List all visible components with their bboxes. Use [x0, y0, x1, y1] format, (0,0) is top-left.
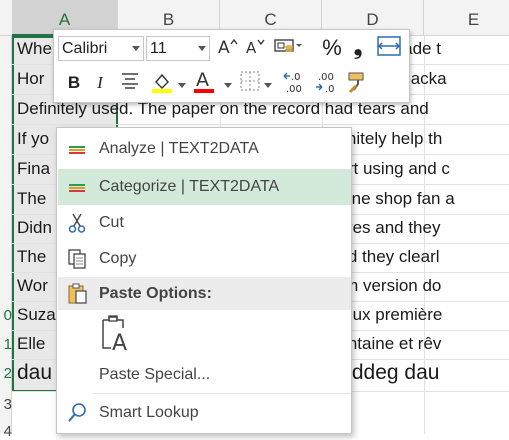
format-painter-icon — [348, 72, 364, 94]
cell-a5[interactable]: Fina — [17, 159, 50, 179]
cell-a10[interactable]: Suza — [17, 305, 56, 325]
svg-text:.0: .0 — [291, 72, 301, 83]
menu-item-label: Analyze | TEXT2DATA — [99, 140, 259, 157]
font-size-value: 11 — [150, 40, 167, 57]
cell-a2[interactable]: Hor — [17, 69, 44, 89]
menu-item-label: Paste Special... — [99, 366, 211, 383]
paste-options-header: Paste Options: — [58, 277, 351, 310]
svg-text:.0: .0 — [325, 84, 335, 94]
bold-button[interactable]: B — [62, 70, 86, 96]
row-header-14[interactable]: 4 — [0, 423, 12, 440]
chevron-down-icon[interactable] — [198, 46, 206, 51]
context-menu: Analyze | TEXT2DATA Categorize | TEXT2DA… — [56, 127, 352, 434]
borders-icon — [240, 71, 260, 91]
text2data-icon — [69, 184, 85, 192]
chevron-down-icon[interactable] — [178, 83, 186, 88]
decrease-decimal-button[interactable]: .00.0 — [314, 70, 342, 96]
menu-item-analyze-text2data[interactable]: Analyze | TEXT2DATA — [58, 131, 351, 167]
scissors-icon — [68, 213, 86, 233]
align-center-icon — [122, 73, 138, 89]
menu-item-smart-lookup[interactable]: Smart Lookup — [58, 395, 351, 431]
paste-icon: A — [102, 315, 127, 356]
cut-label: Cut — [99, 214, 124, 231]
cell-a9[interactable]: Wor — [17, 276, 48, 296]
menu-item-cut[interactable]: Cut — [58, 205, 351, 241]
menu-item-label: Categorize | TEXT2DATA — [99, 178, 280, 195]
menu-item-label: Cut — [99, 214, 124, 232]
text2data-icon — [69, 146, 85, 154]
number-format-button[interactable] — [273, 35, 303, 61]
cell-a11[interactable]: Elle — [17, 334, 45, 354]
borders-button[interactable] — [238, 70, 262, 96]
decrease-decimal-icon: .00.0 — [316, 72, 335, 95]
svg-text:A: A — [246, 39, 257, 57]
increase-font-size-button[interactable]: A — [216, 35, 240, 61]
increase-decimal-icon: .0.00 — [283, 72, 302, 95]
copy-icon — [68, 249, 86, 269]
svg-text:A: A — [218, 38, 230, 57]
font-color-button[interactable]: A — [192, 68, 216, 94]
cell-a12[interactable]: dau — [17, 361, 52, 385]
menu-item-label: Copy — [99, 250, 137, 267]
decrease-font-size-button[interactable]: A — [244, 35, 268, 61]
percent-style-button[interactable]: % — [320, 35, 344, 61]
wrap-text-button[interactable] — [377, 35, 401, 61]
row-header-10[interactable]: 0 — [0, 307, 12, 324]
menu-item-paste-special[interactable]: Paste Special... — [58, 357, 351, 393]
svg-text:A: A — [196, 69, 209, 91]
row-header-12[interactable]: 2 — [0, 365, 12, 382]
svg-text:.00: .00 — [286, 84, 302, 94]
chevron-down-icon[interactable] — [224, 83, 232, 88]
paste-options-label: Paste Options: — [99, 285, 212, 302]
row-header-13[interactable]: 3 — [0, 396, 12, 413]
paint-bucket-icon — [152, 73, 172, 93]
row-header-11[interactable]: 1 — [0, 336, 12, 353]
cell-a7[interactable]: Didn — [17, 218, 52, 238]
svg-text:A: A — [112, 331, 127, 354]
paste-button[interactable]: A — [97, 314, 135, 356]
autofit-icon — [377, 36, 401, 56]
increase-decimal-button[interactable]: .0.00 — [282, 70, 310, 96]
font-size-box[interactable]: 11 — [146, 36, 210, 61]
menu-separator — [93, 393, 351, 394]
menu-item-categorize-text2data[interactable]: Categorize | TEXT2DATA — [58, 169, 351, 205]
svg-text:.00: .00 — [318, 72, 334, 83]
font-color-icon: A — [194, 69, 214, 93]
clipboard-icon — [68, 283, 87, 304]
chevron-down-icon[interactable] — [132, 46, 140, 51]
menu-item-copy[interactable]: Copy — [58, 241, 351, 277]
mini-toolbar: Calibri 11 A A % ❟ B I A .0.00 .00.0 — [53, 29, 410, 103]
italic-button[interactable]: I — [88, 70, 112, 96]
decrease-font-icon: A — [246, 39, 265, 57]
menu-item-label: Smart Lookup — [99, 404, 199, 421]
fill-color-button[interactable] — [150, 70, 174, 96]
center-align-button[interactable] — [118, 70, 142, 96]
font-name-value: Calibri — [62, 40, 108, 57]
number-format-icon — [274, 39, 302, 52]
font-name-box[interactable]: Calibri — [58, 36, 144, 61]
increase-font-icon: A — [218, 38, 238, 58]
column-header-e[interactable]: E — [424, 0, 509, 36]
row-header-column: 0 1 2 3 4 — [0, 36, 12, 440]
cell-a4[interactable]: If yo — [17, 129, 49, 149]
comma-style-button[interactable]: ❟ — [346, 34, 370, 60]
format-painter-button[interactable] — [346, 70, 370, 96]
cell-a8[interactable]: The — [17, 247, 46, 267]
search-icon — [68, 403, 86, 422]
chevron-down-icon[interactable] — [264, 83, 272, 88]
cell-a6[interactable]: The — [17, 189, 46, 209]
